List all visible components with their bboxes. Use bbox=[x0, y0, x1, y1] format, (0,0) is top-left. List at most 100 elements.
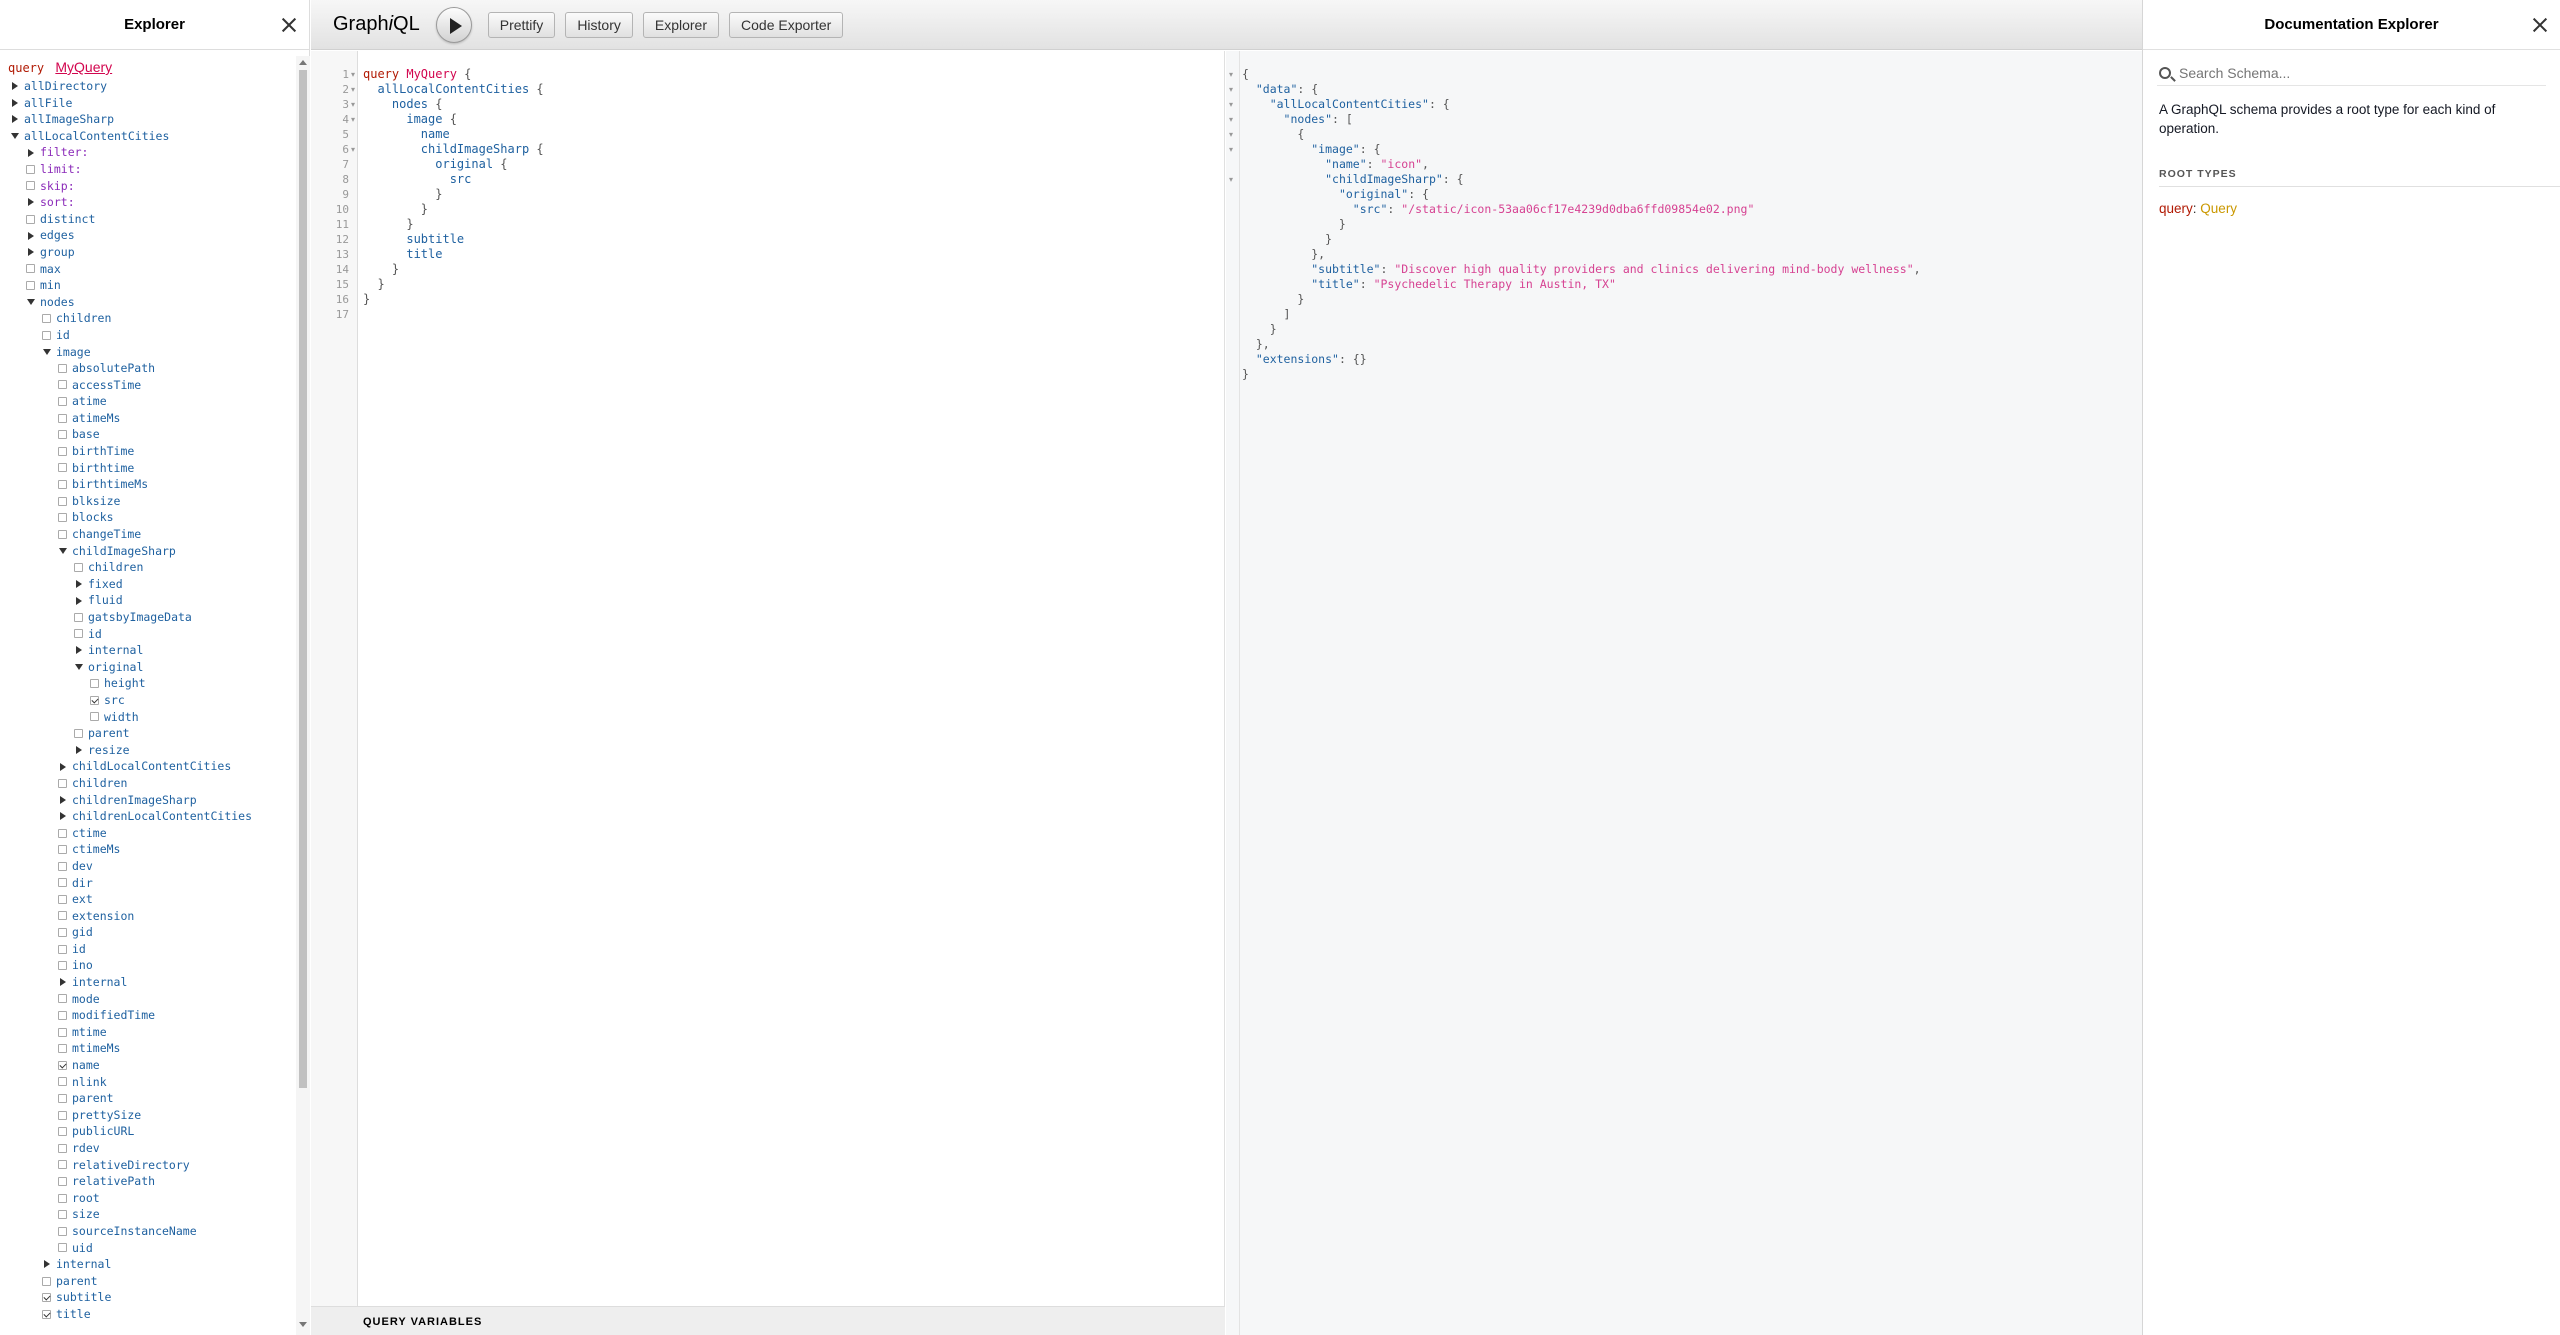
checkbox-icon[interactable] bbox=[58, 1044, 67, 1054]
tree-field-width[interactable]: width bbox=[0, 709, 296, 726]
tree-field-nodes[interactable]: nodes bbox=[0, 294, 296, 311]
checkbox-icon[interactable] bbox=[42, 1293, 51, 1303]
caret-down-icon[interactable] bbox=[74, 662, 84, 672]
checkbox-icon[interactable] bbox=[58, 845, 67, 855]
code-line[interactable]: childImageSharp { bbox=[363, 142, 544, 157]
tree-field-ctimeMs[interactable]: ctimeMs bbox=[0, 841, 296, 858]
checkbox-icon[interactable] bbox=[58, 778, 67, 788]
checkbox-icon[interactable] bbox=[58, 1127, 67, 1137]
checkbox-icon[interactable] bbox=[58, 513, 67, 523]
tree-field-min[interactable]: min bbox=[0, 277, 296, 294]
checkbox-icon[interactable] bbox=[90, 679, 99, 689]
explorer-button[interactable]: Explorer bbox=[642, 11, 720, 38]
checkbox-icon[interactable] bbox=[58, 894, 67, 904]
tree-field-atime[interactable]: atime bbox=[0, 393, 296, 410]
tree-field-extension[interactable]: extension bbox=[0, 908, 296, 925]
tree-field-allImageSharp[interactable]: allImageSharp bbox=[0, 111, 296, 128]
tree-field-relativePath[interactable]: relativePath bbox=[0, 1173, 296, 1190]
tree-field-allFile[interactable]: allFile bbox=[0, 95, 296, 112]
tree-field-allDirectory[interactable]: allDirectory bbox=[0, 78, 296, 95]
checkbox-icon[interactable] bbox=[26, 264, 35, 274]
run-button[interactable] bbox=[435, 6, 472, 43]
fold-marker-icon[interactable]: ▾ bbox=[1229, 142, 1233, 157]
tree-field-absolutePath[interactable]: absolutePath bbox=[0, 360, 296, 377]
tree-field-prettySize[interactable]: prettySize bbox=[0, 1107, 296, 1124]
caret-right-icon[interactable] bbox=[74, 745, 84, 755]
history-button[interactable]: History bbox=[565, 11, 633, 38]
code-line[interactable]: original { bbox=[363, 157, 507, 172]
fold-marker-icon[interactable]: ▾ bbox=[351, 97, 355, 112]
code-line[interactable]: } bbox=[363, 217, 413, 232]
checkbox-icon[interactable] bbox=[58, 496, 67, 506]
fold-marker-icon[interactable]: ▾ bbox=[351, 112, 355, 127]
tree-field-sourceInstanceName[interactable]: sourceInstanceName bbox=[0, 1223, 296, 1240]
tree-field-birthtimeMs[interactable]: birthtimeMs bbox=[0, 476, 296, 493]
checkbox-icon[interactable] bbox=[26, 280, 35, 290]
caret-right-icon[interactable] bbox=[58, 762, 68, 772]
checkbox-icon[interactable] bbox=[58, 1077, 67, 1087]
code-line[interactable]: src bbox=[363, 172, 472, 187]
query-variables-header[interactable]: QUERY VARIABLES bbox=[311, 1306, 1225, 1335]
tree-field-publicURL[interactable]: publicURL bbox=[0, 1123, 296, 1140]
scrollbar-thumb[interactable] bbox=[299, 70, 307, 1088]
checkbox-icon[interactable] bbox=[58, 1011, 67, 1021]
checkbox-icon[interactable] bbox=[58, 961, 67, 971]
tree-field-mtimeMs[interactable]: mtimeMs bbox=[0, 1040, 296, 1057]
checkbox-icon[interactable] bbox=[58, 1243, 67, 1253]
checkbox-icon[interactable] bbox=[58, 1143, 67, 1153]
tree-field-dir[interactable]: dir bbox=[0, 875, 296, 892]
tree-field-skip[interactable]: skip: bbox=[0, 178, 296, 195]
code-line[interactable]: } bbox=[363, 262, 399, 277]
tree-field-max[interactable]: max bbox=[0, 261, 296, 278]
tree-field-childLocalContentCities[interactable]: childLocalContentCities bbox=[0, 758, 296, 775]
checkbox-icon[interactable] bbox=[58, 1210, 67, 1220]
tree-field-id[interactable]: id bbox=[0, 941, 296, 958]
checkbox-icon[interactable] bbox=[90, 695, 99, 705]
caret-right-icon[interactable] bbox=[26, 197, 36, 207]
checkbox-icon[interactable] bbox=[74, 728, 83, 738]
tree-field-children[interactable]: children bbox=[0, 559, 296, 576]
checkbox-icon[interactable] bbox=[58, 463, 67, 473]
explorer-scrollbar[interactable] bbox=[296, 56, 310, 1335]
checkbox-icon[interactable] bbox=[58, 1193, 67, 1203]
tree-field-allLocalContentCities[interactable]: allLocalContentCities bbox=[0, 128, 296, 145]
checkbox-icon[interactable] bbox=[74, 629, 83, 639]
tree-field-internal[interactable]: internal bbox=[0, 642, 296, 659]
checkbox-icon[interactable] bbox=[58, 1176, 67, 1186]
checkbox-icon[interactable] bbox=[26, 214, 35, 224]
checkbox-icon[interactable] bbox=[58, 529, 67, 539]
checkbox-icon[interactable] bbox=[58, 911, 67, 921]
caret-right-icon[interactable] bbox=[10, 114, 20, 124]
checkbox-icon[interactable] bbox=[58, 446, 67, 456]
code-line[interactable]: allLocalContentCities { bbox=[363, 82, 543, 97]
tree-field-resize[interactable]: resize bbox=[0, 742, 296, 759]
tree-field-childrenLocalContentCities[interactable]: childrenLocalContentCities bbox=[0, 808, 296, 825]
tree-field-parent[interactable]: parent bbox=[0, 725, 296, 742]
tree-field-group[interactable]: group bbox=[0, 244, 296, 261]
tree-field-nlink[interactable]: nlink bbox=[0, 1074, 296, 1091]
tree-field-gatsbyImageData[interactable]: gatsbyImageData bbox=[0, 609, 296, 626]
checkbox-icon[interactable] bbox=[26, 181, 35, 191]
checkbox-icon[interactable] bbox=[58, 861, 67, 871]
checkbox-icon[interactable] bbox=[58, 1110, 67, 1120]
tree-field-height[interactable]: height bbox=[0, 675, 296, 692]
query-type-link[interactable]: Query bbox=[2200, 201, 2237, 216]
tree-field-subtitle[interactable]: subtitle bbox=[0, 1289, 296, 1306]
operation-name-input[interactable]: MyQuery bbox=[55, 59, 112, 75]
tree-field-limit[interactable]: limit: bbox=[0, 161, 296, 178]
checkbox-icon[interactable] bbox=[58, 928, 67, 938]
tree-field-blocks[interactable]: blocks bbox=[0, 509, 296, 526]
scroll-down-icon[interactable] bbox=[299, 1322, 307, 1327]
caret-right-icon[interactable] bbox=[74, 596, 84, 606]
tree-field-size[interactable]: size bbox=[0, 1206, 296, 1223]
checkbox-icon[interactable] bbox=[42, 314, 51, 324]
code-line[interactable]: query MyQuery { bbox=[363, 67, 471, 82]
tree-field-root[interactable]: root bbox=[0, 1190, 296, 1207]
tree-field-parent[interactable]: parent bbox=[0, 1273, 296, 1290]
checkbox-icon[interactable] bbox=[58, 430, 67, 440]
fold-marker-icon[interactable]: ▾ bbox=[1229, 127, 1233, 142]
caret-right-icon[interactable] bbox=[58, 795, 68, 805]
checkbox-icon[interactable] bbox=[90, 712, 99, 722]
close-docs-icon[interactable] bbox=[2530, 15, 2550, 35]
tree-field-ctime[interactable]: ctime bbox=[0, 825, 296, 842]
